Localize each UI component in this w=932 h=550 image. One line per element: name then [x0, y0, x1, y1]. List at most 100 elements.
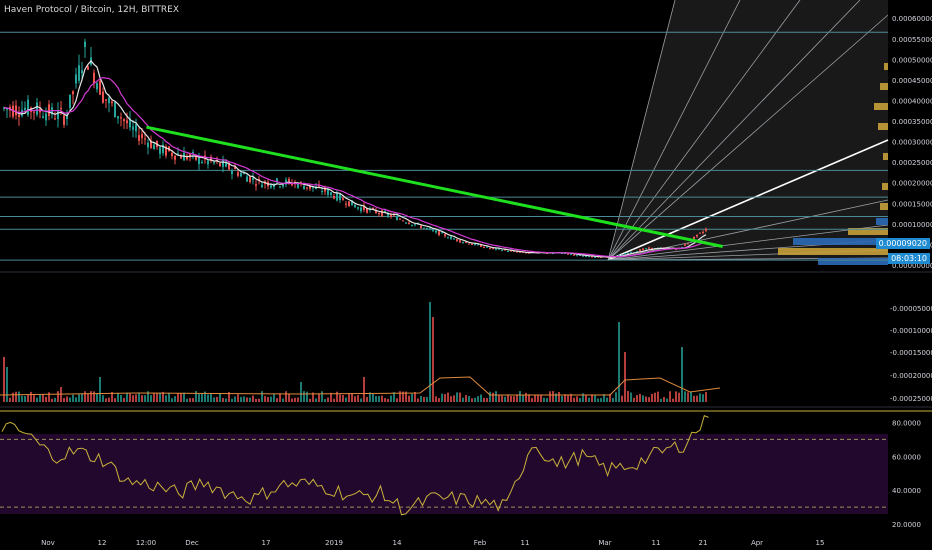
candle-body	[687, 243, 689, 245]
volume-bar	[198, 394, 200, 402]
chart-title: Haven Protocol / Bitcoin, 12H, BITTREX	[4, 5, 180, 15]
candle-body	[483, 246, 485, 248]
volume-bar	[597, 398, 599, 402]
volume-bar	[585, 394, 587, 402]
volume-bar	[318, 393, 320, 402]
candle-body	[243, 173, 245, 175]
volume-bar	[57, 391, 59, 402]
candle-body	[99, 80, 101, 95]
volume-bar	[495, 391, 497, 402]
volume-bar	[375, 396, 377, 402]
volume-profile-bin	[883, 153, 888, 160]
volume-bar	[210, 393, 212, 402]
volume-profile-bin	[880, 203, 888, 210]
volume-bar	[426, 396, 428, 402]
volume-bar	[21, 395, 23, 402]
volume-bar	[93, 391, 95, 402]
volume-bar	[594, 394, 596, 402]
volume-bar	[522, 394, 524, 402]
candle-body	[72, 91, 74, 95]
volume-bar	[354, 396, 356, 402]
volume-bar	[504, 396, 506, 402]
volume-bar	[153, 392, 155, 402]
volume-bar	[54, 397, 56, 402]
x-tick-label: 11	[521, 539, 530, 547]
candle-body	[492, 248, 494, 250]
candle-body	[306, 187, 308, 189]
volume-bar	[27, 394, 29, 402]
candle-body	[489, 248, 491, 250]
candle-body	[192, 152, 194, 154]
candle-body	[702, 231, 704, 233]
volume-bar	[519, 391, 521, 402]
volume-bar	[513, 396, 515, 402]
volume-bar	[654, 392, 656, 402]
volume-bar	[531, 398, 533, 402]
volume-bar	[381, 395, 383, 402]
volume-bar	[300, 382, 302, 402]
volume-bar	[165, 395, 167, 402]
x-tick-label: Apr	[751, 539, 763, 547]
candle-body	[48, 104, 50, 116]
volume-bar	[693, 395, 695, 402]
volume-bar	[690, 391, 692, 402]
y-tick-label: 0.00015000	[892, 200, 932, 208]
volume-bar	[24, 396, 26, 402]
volume-bar	[660, 398, 662, 402]
volume-bar	[588, 397, 590, 402]
volume-bar	[558, 392, 560, 402]
candle-body	[333, 195, 335, 199]
volume-bar	[135, 394, 137, 402]
volume-bar	[561, 395, 563, 402]
candle-body	[348, 201, 350, 207]
volume-bar	[219, 393, 221, 402]
volume-bar	[333, 398, 335, 402]
volume-bar	[303, 391, 305, 402]
candle-body	[132, 126, 134, 130]
candle-body	[117, 116, 119, 119]
volume-bar	[171, 398, 173, 402]
volume-bar	[321, 391, 323, 402]
volume-bar	[63, 398, 65, 402]
volume-bar	[78, 394, 80, 402]
volume-bar	[237, 394, 239, 402]
candle-body	[270, 185, 272, 188]
candle-body	[78, 65, 80, 81]
x-tick-label: Feb	[474, 539, 487, 547]
candle-body	[471, 244, 473, 246]
candle-body	[105, 99, 107, 101]
candle-body	[648, 247, 650, 249]
x-tick-label: Mar	[598, 539, 611, 547]
candle-body	[303, 185, 305, 190]
candle-body	[282, 184, 284, 187]
volume-bar	[423, 396, 425, 402]
volume-bar	[618, 322, 620, 402]
candle-body	[42, 116, 44, 118]
volume-bar	[129, 393, 131, 402]
y-tick-label: 0.00020000	[892, 180, 932, 188]
volume-bar	[567, 394, 569, 402]
candle-body	[207, 160, 209, 165]
candle-body	[249, 176, 251, 183]
volume-bar	[15, 391, 17, 402]
candle-body	[321, 191, 323, 193]
volume-bar	[174, 396, 176, 402]
y-tick-label: 0.00040000	[892, 97, 932, 105]
candle-body	[246, 176, 248, 182]
volume-bar	[186, 398, 188, 402]
volume-bar	[342, 395, 344, 402]
chart-canvas[interactable]: 0.00060000 0.00055000 0.00050000 0.00045000…	[0, 0, 932, 550]
volume-bar	[636, 395, 638, 402]
volume-profile-bin	[818, 258, 888, 265]
volume-bar	[492, 392, 494, 402]
countdown-tag: 08:03:10	[888, 253, 930, 264]
volume-bar	[552, 391, 554, 402]
volume-bar	[243, 396, 245, 402]
volume-bar	[534, 394, 536, 402]
volume-bar	[615, 392, 617, 402]
volume-bar	[249, 397, 251, 402]
candle-body	[96, 83, 98, 90]
volume-bar	[387, 398, 389, 402]
volume-bar	[108, 397, 110, 402]
volume-bar	[150, 395, 152, 402]
